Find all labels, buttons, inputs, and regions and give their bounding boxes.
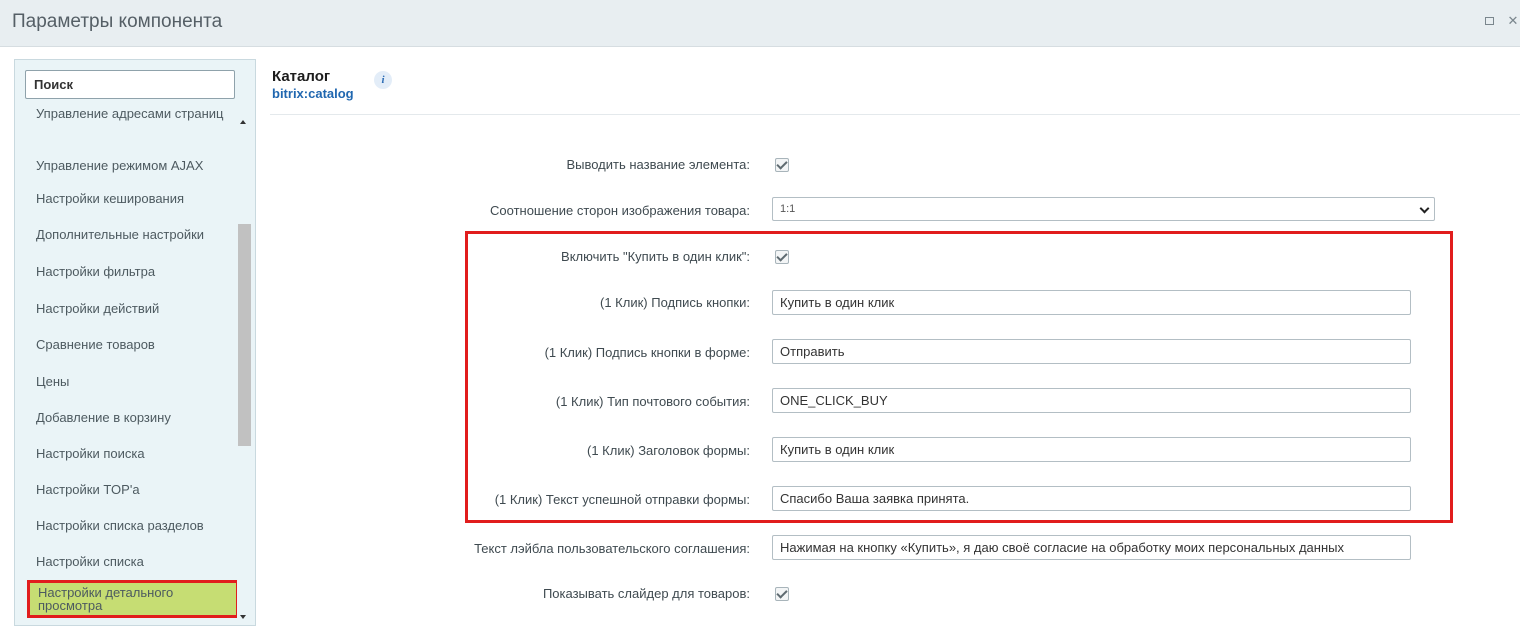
search-input[interactable]	[25, 70, 235, 99]
scrollbar-thumb[interactable]	[238, 224, 251, 446]
aspect-ratio-select[interactable]: 1:1	[772, 197, 1435, 221]
highlight-annotation-box	[465, 231, 1453, 523]
scroll-up-arrow-icon[interactable]	[240, 120, 246, 124]
component-code: bitrix:catalog	[272, 86, 354, 101]
sidebar-item-ajax-mode[interactable]: Управление режимом AJAX	[25, 159, 230, 172]
sidebar-item-actions[interactable]: Настройки действий	[25, 302, 230, 315]
sidebar-item-top[interactable]: Настройки TOP'а	[25, 483, 230, 496]
sidebar-item-section-list[interactable]: Настройки списка разделов	[25, 519, 230, 532]
sidebar-item-list[interactable]: Настройки списка	[25, 555, 230, 568]
close-icon[interactable]: ✕	[1506, 14, 1520, 28]
aspect-ratio-label: Соотношение сторон изображения товара:	[490, 203, 750, 218]
sidebar-item-url-management[interactable]: Управление адресами страниц	[25, 107, 230, 120]
sidebar-item-filter[interactable]: Настройки фильтра	[25, 265, 230, 278]
sidebar-item-compare[interactable]: Сравнение товаров	[25, 338, 230, 351]
agreement-label-label: Текст лэйбла пользовательского соглашени…	[474, 541, 750, 556]
sidebar-item-search[interactable]: Настройки поиска	[25, 447, 230, 460]
sidebar-item-add-to-cart[interactable]: Добавление в корзину	[25, 411, 230, 424]
info-icon[interactable]: i	[374, 71, 392, 89]
show-slider-checkbox[interactable]	[775, 587, 789, 601]
show-name-label: Выводить название элемента:	[566, 157, 750, 172]
component-header: Каталог bitrix:catalog	[272, 68, 354, 101]
header-divider	[270, 114, 1520, 115]
agreement-label-input[interactable]: Нажимая на кнопку «Купить», я даю своё с…	[772, 535, 1411, 560]
window-title: Параметры компонента	[12, 11, 223, 32]
restore-icon[interactable]	[1482, 14, 1496, 28]
sidebar-item-caching[interactable]: Настройки кеширования	[25, 192, 230, 205]
sidebar: Управление адресами страниц Управление р…	[14, 59, 256, 626]
sidebar-item-additional[interactable]: Дополнительные настройки	[25, 228, 230, 241]
sidebar-item-prices[interactable]: Цены	[25, 375, 230, 388]
show-name-checkbox[interactable]	[775, 158, 789, 172]
component-name: Каталог	[272, 68, 331, 85]
window-titlebar: Параметры компонента ✕	[0, 0, 1520, 47]
chevron-down-icon	[1419, 203, 1430, 214]
show-slider-label: Показывать слайдер для товаров:	[542, 586, 750, 601]
sidebar-scrollbar[interactable]	[237, 110, 251, 622]
sidebar-nav-list: Управление адресами страниц Управление р…	[15, 107, 237, 625]
aspect-ratio-value: 1:1	[780, 203, 796, 215]
scroll-down-arrow-icon[interactable]	[240, 615, 246, 619]
sidebar-item-detail-view[interactable]: Настройки детального просмотра	[27, 580, 237, 618]
